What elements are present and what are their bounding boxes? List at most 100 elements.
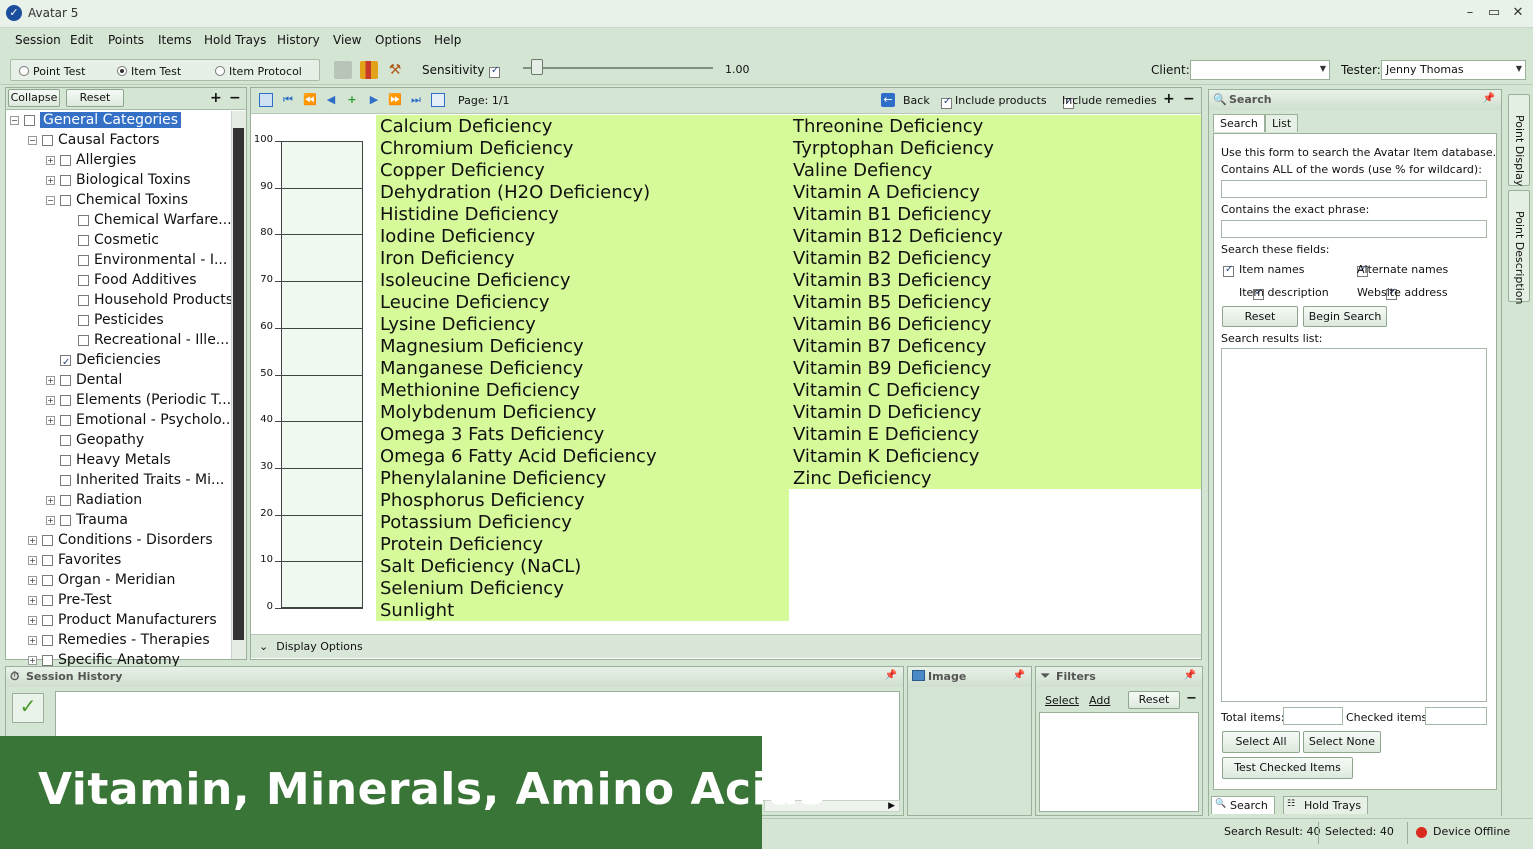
tree-node[interactable]: Environmental - I...: [64, 250, 227, 270]
pin-icon[interactable]: 📌: [885, 670, 897, 681]
select-all-button[interactable]: Select All: [1222, 731, 1300, 753]
bottom-tab-hold-trays[interactable]: ☷ Hold Trays: [1283, 796, 1369, 814]
previous-page-icon[interactable]: ◀: [324, 93, 338, 107]
tree-node[interactable]: Recreational - Ille...: [64, 330, 229, 350]
tree-node[interactable]: Inherited Traits - Mi...: [46, 470, 224, 490]
item-entry[interactable]: Potassium Deficiency: [380, 512, 572, 534]
item-entry[interactable]: Magnesium Deficiency: [380, 336, 584, 358]
select-none-button[interactable]: Select None: [1303, 731, 1381, 753]
item-entry[interactable]: Vitamin K Deficiency: [793, 446, 979, 468]
tree-node-checkbox[interactable]: [60, 495, 71, 506]
item-entry[interactable]: Selenium Deficiency: [380, 578, 564, 600]
tree-node[interactable]: − General Categories: [10, 110, 182, 130]
back-arrow-icon[interactable]: ←: [881, 93, 895, 107]
tree-node[interactable]: + Elements (Periodic T...: [46, 390, 231, 410]
item-entry[interactable]: Methionine Deficiency: [380, 380, 580, 402]
expand-node-icon[interactable]: +: [46, 396, 55, 405]
expand-node-icon[interactable]: +: [46, 376, 55, 385]
item-entry[interactable]: Threonine Deficiency: [793, 116, 983, 138]
begin-search-button[interactable]: Begin Search: [1303, 306, 1387, 327]
filters-list[interactable]: [1039, 712, 1199, 812]
tree-node-checkbox[interactable]: [78, 215, 89, 226]
item-entry[interactable]: Molybdenum Deficiency: [380, 402, 596, 424]
expand-all-button[interactable]: +: [210, 90, 222, 106]
filters-reset-button[interactable]: Reset: [1128, 691, 1180, 709]
home-icon[interactable]: [259, 93, 273, 107]
item-entry[interactable]: Vitamin B2 Deficiency: [793, 248, 991, 270]
item-protocol-radio[interactable]: Item Protocol: [215, 65, 302, 78]
tab-search[interactable]: Search: [1213, 114, 1265, 132]
tree-node[interactable]: − Chemical Toxins: [46, 190, 188, 210]
menu-help[interactable]: Help: [434, 33, 461, 47]
tree-node-checkbox[interactable]: [60, 515, 71, 526]
tree-node-checkbox[interactable]: [42, 595, 53, 606]
tree-node-checkbox[interactable]: [60, 435, 71, 446]
item-entry[interactable]: Vitamin B7 Deficency: [793, 336, 986, 358]
tree-node[interactable]: Chemical Warfare...: [64, 210, 232, 230]
item-entry[interactable]: Histidine Deficiency: [380, 204, 559, 226]
item-entry[interactable]: Omega 3 Fats Deficiency: [380, 424, 604, 446]
pin-icon[interactable]: 📌: [1184, 670, 1196, 681]
item-entry[interactable]: Vitamin E Deficiency: [793, 424, 979, 446]
tree-node[interactable]: Food Additives: [64, 270, 197, 290]
tree-node[interactable]: + Biological Toxins: [46, 170, 191, 190]
tree-node-checkbox[interactable]: [60, 475, 71, 486]
collapse-button[interactable]: Collapse: [8, 89, 60, 107]
item-entry[interactable]: Isoleucine Deficiency: [380, 270, 571, 292]
item-entry[interactable]: Iron Deficiency: [380, 248, 515, 270]
previous-set-icon[interactable]: ⏪: [303, 93, 317, 107]
first-page-icon[interactable]: ⏮: [281, 93, 295, 107]
sensitivity-checkbox[interactable]: [489, 65, 500, 78]
tree-scrollbar-thumb[interactable]: [233, 128, 244, 640]
tree-node[interactable]: + Remedies - Therapies: [28, 630, 210, 650]
item-entry[interactable]: Vitamin B9 Deficiency: [793, 358, 991, 380]
tree-node-checkbox[interactable]: [42, 615, 53, 626]
sensitivity-slider-handle[interactable]: [531, 59, 543, 75]
item-entry[interactable]: Lysine Deficiency: [380, 314, 536, 336]
tree-node-checkbox[interactable]: [42, 635, 53, 646]
add-icon[interactable]: +: [345, 93, 359, 107]
client-select[interactable]: ▼: [1190, 60, 1330, 80]
tree-node-checkbox[interactable]: [60, 195, 71, 206]
search-results-list[interactable]: [1221, 348, 1487, 702]
tree-node-checkbox[interactable]: [42, 575, 53, 586]
item-entry[interactable]: Protein Deficiency: [380, 534, 543, 556]
tree-node-checkbox[interactable]: [60, 175, 71, 186]
last-page-icon[interactable]: ⏭: [409, 93, 423, 107]
pin-icon[interactable]: 📌: [1013, 670, 1025, 681]
expand-node-icon[interactable]: +: [28, 636, 37, 645]
tree-node-checkbox[interactable]: [60, 395, 71, 406]
tree-node[interactable]: Cosmetic: [64, 230, 159, 250]
collapse-node-icon[interactable]: −: [28, 136, 37, 145]
item-entry[interactable]: Dehydration (H2O Deficiency): [380, 182, 650, 204]
expand-node-icon[interactable]: +: [46, 156, 55, 165]
collapse-node-icon[interactable]: −: [46, 196, 55, 205]
item-names-checkbox[interactable]: [1223, 264, 1234, 277]
reset-tree-button[interactable]: Reset: [66, 89, 124, 107]
item-entry[interactable]: Vitamin B3 Deficiency: [793, 270, 991, 292]
tree-node-checkbox[interactable]: [42, 655, 53, 666]
tree-node[interactable]: − Causal Factors: [28, 130, 160, 150]
tree-node[interactable]: + Conditions - Disorders: [28, 530, 213, 550]
item-entry[interactable]: Vitamin B1 Deficiency: [793, 204, 991, 226]
tree-node-checkbox[interactable]: [78, 255, 89, 266]
include-products-checkbox[interactable]: [941, 96, 952, 109]
item-entry[interactable]: Tyrptophan Deficiency: [793, 138, 994, 160]
tree-node[interactable]: Household Products: [64, 290, 233, 310]
filters-add-link[interactable]: Add: [1089, 694, 1110, 707]
zoom-in-button[interactable]: +: [1163, 91, 1175, 107]
expand-node-icon[interactable]: +: [46, 516, 55, 525]
point-test-radio[interactable]: Point Test: [19, 65, 85, 78]
expand-node-icon[interactable]: +: [46, 176, 55, 185]
item-entry[interactable]: Vitamin D Deficiency: [793, 402, 981, 424]
tree-node[interactable]: Pesticides: [64, 310, 164, 330]
pin-icon[interactable]: 📌: [1483, 93, 1495, 104]
tree-node[interactable]: Heavy Metals: [46, 450, 171, 470]
tree-node-checkbox[interactable]: [42, 135, 53, 146]
bottom-tab-search[interactable]: 🔍 Search: [1211, 796, 1275, 814]
tree-node-checkbox[interactable]: [78, 235, 89, 246]
tree-node[interactable]: + Product Manufacturers: [28, 610, 217, 630]
check-icon[interactable]: ✓: [12, 693, 44, 723]
print-icon[interactable]: [334, 61, 352, 79]
tree-node-checkbox[interactable]: [24, 115, 35, 126]
